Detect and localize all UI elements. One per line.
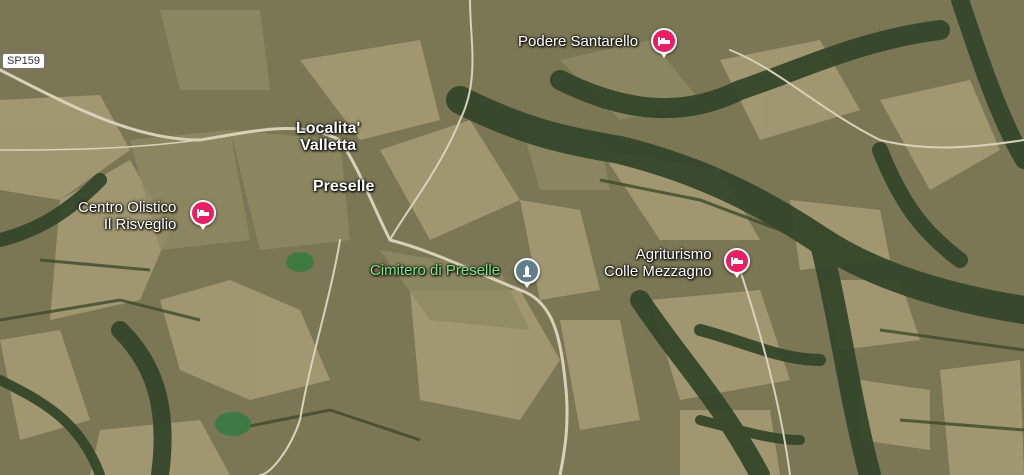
monument-icon[interactable] [514,258,540,288]
label-centro-line2: Il Risveglio [103,216,177,233]
pond [286,252,314,272]
label-agri-line1: Agriturismo [635,246,712,263]
label-cimitero-di-preselle[interactable]: Cimitero di Preselle [370,262,500,279]
road-shield-sp159: SP159 [2,53,46,69]
bed-icon[interactable] [651,28,677,58]
label-localita-valletta[interactable]: Localita' Valletta [296,120,360,154]
label-localita-line2: Valletta [300,137,357,154]
pond [215,412,251,436]
label-podere-santarello[interactable]: Podere Santarello [518,33,638,50]
label-centro-line1: Centro Olistico [78,199,177,216]
satellite-map[interactable] [0,0,1024,475]
label-agri-line2: Colle Mezzagno [604,263,712,280]
bed-icon[interactable] [724,248,750,278]
label-preselle[interactable]: Preselle [313,178,374,195]
label-centro-olistico[interactable]: Centro Olistico Il Risveglio [78,199,176,233]
label-localita-line1: Localita' [296,120,361,137]
bed-icon[interactable] [190,200,216,230]
label-agriturismo-colle-mezzagno[interactable]: Agriturismo Colle Mezzagno [604,246,712,280]
